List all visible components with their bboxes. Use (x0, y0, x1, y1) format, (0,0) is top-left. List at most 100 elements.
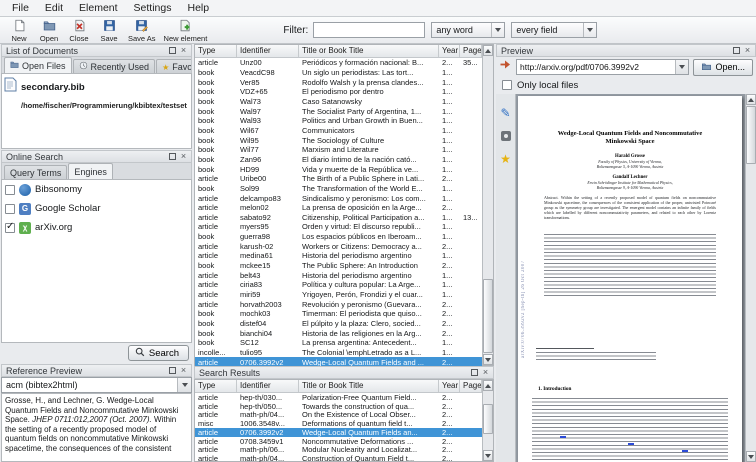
close-panel-icon[interactable] (742, 45, 753, 56)
column-title[interactable]: Title or Book Title (299, 380, 439, 392)
table-row[interactable]: book SC12 La prensa argentina: Anteceden… (195, 338, 482, 348)
menu-settings[interactable]: Settings (126, 1, 180, 15)
column-page[interactable]: Page (460, 45, 482, 57)
only-local-files-checkbox[interactable] (502, 80, 512, 90)
table-row[interactable]: article 0708.3459v1 Noncommutative Defor… (195, 437, 482, 446)
tab-recently-used[interactable]: Recently Used (72, 59, 156, 73)
table-row[interactable]: article math-ph/04... Construction of Qu… (195, 454, 482, 462)
table-row[interactable]: book Wil77 Marxism and Literature 1... (195, 145, 482, 155)
vertical-scrollbar[interactable] (482, 45, 493, 365)
table-row[interactable]: article horvath2003 Revolución y peronis… (195, 299, 482, 309)
table-row[interactable]: book distef04 El púlpito y la plaza: Cle… (195, 319, 482, 329)
table-row[interactable]: article math-ph/04... On the Existence o… (195, 410, 482, 419)
citation-link[interactable] (628, 443, 634, 445)
close-panel-icon[interactable] (178, 151, 189, 162)
scroll-down-icon[interactable] (746, 451, 756, 462)
column-identifier[interactable]: Identifier (237, 45, 299, 57)
table-row[interactable]: article 0706.3992v2 Wedge-Local Quantum … (195, 428, 482, 437)
table-row[interactable]: article karush-02 Workers or Citizens: D… (195, 241, 482, 251)
pen-icon[interactable] (500, 104, 510, 122)
save-button[interactable]: Save (94, 17, 124, 43)
open-button[interactable]: Open (34, 17, 64, 43)
table-row[interactable]: article math-ph/06... Modular Nuclearity… (195, 445, 482, 454)
file-item-secondary-bib[interactable]: secondary.bib /home/fischer/Programmieru… (2, 74, 191, 116)
float-panel-icon[interactable] (731, 45, 742, 56)
table-row[interactable]: article melon02 La prensa de oposición e… (195, 203, 482, 213)
table-row[interactable]: article Unz00 Periódicos y formación nac… (195, 58, 482, 68)
table-row[interactable]: article Uribe00 The Birth of a Public Sp… (195, 174, 482, 184)
column-type[interactable]: Type (195, 380, 237, 392)
column-type[interactable]: Type (195, 45, 237, 57)
tab-engines[interactable]: Engines (68, 163, 113, 179)
menu-edit[interactable]: Edit (37, 1, 71, 15)
engine-row-arxiv[interactable]: arXiv.org (2, 218, 191, 237)
menu-help[interactable]: Help (180, 1, 218, 15)
stamp-icon[interactable] (500, 131, 511, 141)
tab-query-terms[interactable]: Query Terms (4, 165, 68, 179)
save-as-button[interactable]: Save As (124, 17, 160, 43)
float-panel-icon[interactable] (167, 365, 178, 376)
close-panel-icon[interactable] (178, 45, 189, 56)
new-button[interactable]: New (4, 17, 34, 43)
column-identifier[interactable]: Identifier (237, 380, 299, 392)
engine-row-google-scholar[interactable]: Google Scholar (2, 199, 191, 218)
table-row[interactable]: misc 1006.3548v... Deformations of quant… (195, 419, 482, 428)
menu-file[interactable]: File (4, 1, 37, 15)
table-row[interactable]: book Wal97 The Socialist Party of Argent… (195, 106, 482, 116)
filter-input[interactable] (313, 22, 426, 38)
table-row[interactable]: article miri59 Yrigoyen, Perón, Frondizi… (195, 290, 482, 300)
table-row[interactable]: book Sol99 The Transformation of the Wor… (195, 184, 482, 194)
table-row[interactable]: article hep-th/050... Towards the constr… (195, 402, 482, 411)
scroll-up-icon[interactable] (483, 45, 493, 56)
column-year[interactable]: Year (439, 45, 460, 57)
table-row[interactable]: book HD99 Vida y muerte de la República … (195, 164, 482, 174)
float-panel-icon[interactable] (167, 45, 178, 56)
checkbox[interactable] (5, 184, 15, 195)
scroll-up-icon[interactable] (483, 380, 493, 391)
table-row[interactable]: article ciria83 Política y cultura popul… (195, 280, 482, 290)
table-row[interactable]: article belt43 Historia del periodismo a… (195, 270, 482, 280)
vertical-scrollbar[interactable] (745, 94, 756, 462)
checkbox[interactable] (5, 203, 15, 214)
table-row[interactable]: book bianchi04 Historia de las religione… (195, 328, 482, 338)
scroll-down-icon[interactable] (483, 450, 493, 461)
vertical-scrollbar[interactable] (482, 380, 493, 461)
open-external-button[interactable]: Open... (693, 58, 753, 76)
table-row[interactable]: article medina61 Historia del periodismo… (195, 251, 482, 261)
checkbox-checked[interactable] (5, 221, 15, 233)
table-row[interactable]: book Wal73 Caso Satanowsky 1... (195, 97, 482, 107)
table-row[interactable]: book Wal93 Politics and Urban Growth in … (195, 116, 482, 126)
scrollbar-thumb[interactable] (483, 279, 493, 353)
go-icon[interactable] (499, 58, 512, 76)
close-panel-icon[interactable] (480, 367, 491, 378)
citation-link[interactable] (560, 436, 566, 438)
table-row[interactable]: book mckee15 The Public Sphere: An Intro… (195, 261, 482, 271)
table-row[interactable]: article delcampo83 Sindicalismo y peroni… (195, 193, 482, 203)
column-year[interactable]: Year (439, 380, 460, 392)
column-title[interactable]: Title or Book Title (299, 45, 439, 57)
close-panel-icon[interactable] (178, 365, 189, 376)
table-row[interactable]: incolle... tulio95 The Colonial \emphLet… (195, 348, 482, 358)
scroll-down-icon[interactable] (483, 354, 493, 365)
table-row[interactable]: book VDZ+65 El periodismo por dentro 1..… (195, 87, 482, 97)
tab-open-files[interactable]: Open Files (4, 57, 72, 73)
table-row[interactable]: book Wil95 The Sociology of Culture 1... (195, 135, 482, 145)
scroll-up-icon[interactable] (746, 94, 756, 105)
citation-link[interactable] (682, 450, 688, 452)
bookmark-star-icon[interactable] (500, 150, 511, 168)
tab-favorites[interactable]: Favorites (156, 59, 191, 73)
table-row[interactable]: book VeacdC98 Un siglo un periodistas: L… (195, 68, 482, 78)
new-element-button[interactable]: New element (160, 17, 212, 43)
table-row[interactable]: article sabato92 Citizenship, Political … (195, 213, 482, 223)
close-button[interactable]: Close (64, 17, 94, 43)
table-row[interactable]: book Wil67 Communicators 1... (195, 126, 482, 136)
table-row[interactable]: article hep-th/030... Polarization-Free … (195, 393, 482, 402)
field-mode-combobox[interactable]: every field (511, 22, 598, 38)
column-page[interactable]: Page (460, 380, 482, 392)
menu-element[interactable]: Element (71, 1, 126, 15)
scrollbar-thumb[interactable] (746, 106, 756, 164)
float-panel-icon[interactable] (167, 151, 178, 162)
table-row[interactable]: book Ver85 Rodolfo Walsh y la prensa cla… (195, 77, 482, 87)
table-row[interactable]: book Zan96 El diario íntimo de la nación… (195, 155, 482, 165)
word-mode-combobox[interactable]: any word (431, 22, 506, 38)
